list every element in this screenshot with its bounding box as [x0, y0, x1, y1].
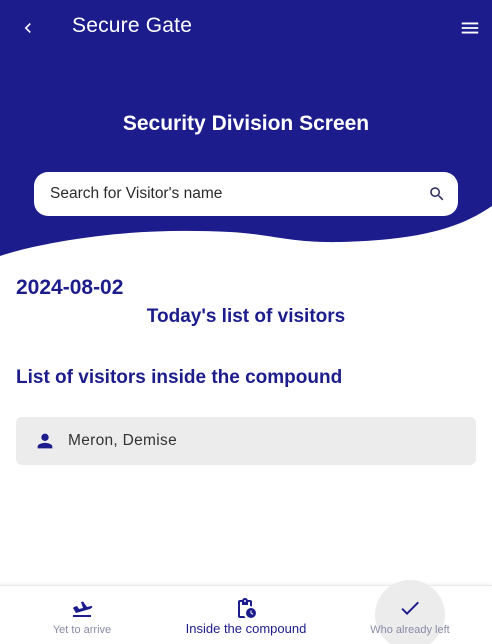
- app-title: Secure Gate: [72, 14, 193, 37]
- hamburger-menu-icon: [461, 22, 479, 34]
- nav-who-already-left[interactable]: Who already left: [328, 580, 492, 644]
- chevron-left-icon: [24, 23, 31, 33]
- nav-label: Yet to arrive: [52, 624, 112, 636]
- nav-yet-to-arrive[interactable]: Yet to arrive: [0, 586, 164, 644]
- visitor-list-item[interactable]: Meron, Demise: [16, 417, 476, 465]
- current-date: 2024-08-02: [16, 276, 124, 299]
- landing-icon: [73, 601, 93, 617]
- menu-button[interactable]: [456, 14, 484, 42]
- screen-title: Security Division Screen: [122, 112, 370, 135]
- page-subtitle: Today's list of visitors: [146, 306, 346, 327]
- section-title: List of visitors inside the compound: [16, 367, 343, 388]
- search-input[interactable]: [34, 185, 404, 203]
- nav-label: Who already left: [370, 624, 450, 636]
- nav-label: Inside the compound: [185, 621, 307, 636]
- clipboard-clock-icon: [238, 597, 256, 618]
- search-bar: [34, 172, 458, 216]
- nav-inside-compound[interactable]: Inside the compound: [164, 586, 328, 644]
- person-icon: [37, 433, 53, 449]
- check-icon: [401, 601, 419, 615]
- back-button[interactable]: [12, 12, 44, 44]
- search-icon[interactable]: [428, 185, 446, 203]
- visitor-name: Meron, Demise: [68, 432, 177, 449]
- app-header: Secure Gate Security Division Screen: [0, 0, 492, 260]
- bottom-navigation: Yet to arrive Inside the compound Who al…: [0, 580, 492, 644]
